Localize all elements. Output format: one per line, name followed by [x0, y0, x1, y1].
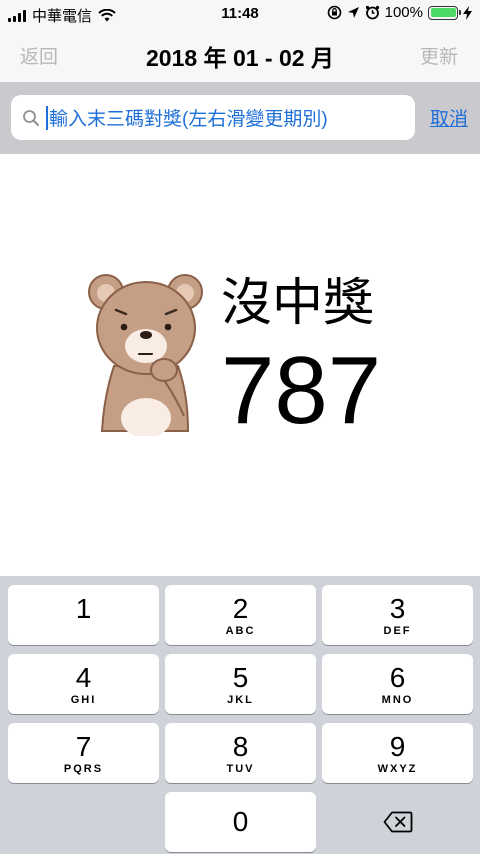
- text-cursor: [46, 105, 48, 130]
- search-placeholder: 輸入末三碼對獎(左右滑變更期別): [49, 109, 328, 130]
- key-digit: 7: [75, 731, 92, 762]
- status-right: 100%: [327, 4, 472, 21]
- key-1[interactable]: 1: [8, 585, 159, 645]
- status-bar: 中華電信 11:48 100%: [0, 0, 480, 28]
- battery-icon: [428, 5, 461, 20]
- key-5[interactable]: 5 JKL: [165, 654, 316, 714]
- key-3[interactable]: 3 DEF: [322, 585, 473, 645]
- key-digit: 3: [389, 593, 406, 624]
- result-status: 沒中獎: [221, 274, 375, 331]
- bear-illustration: [88, 274, 203, 436]
- key-letters: MNO: [381, 694, 414, 706]
- charging-icon: [463, 5, 472, 20]
- battery-percent: 100%: [384, 4, 423, 21]
- key-9[interactable]: 9 WXYZ: [322, 723, 473, 783]
- backspace-icon: [383, 811, 412, 833]
- alarm-icon: [365, 5, 379, 20]
- key-digit: 4: [75, 662, 92, 693]
- key-digit: 1: [75, 593, 92, 624]
- page-title: 2018 年 01 - 02 月: [146, 45, 334, 71]
- key-digit: 8: [232, 731, 249, 762]
- key-letters: TUV: [226, 763, 255, 775]
- key-letters: JKL: [227, 694, 254, 706]
- key-letters: PQRS: [63, 763, 104, 775]
- key-digit: 0: [232, 806, 249, 837]
- location-icon: [347, 7, 359, 18]
- key-0[interactable]: 0: [165, 792, 316, 852]
- key-letters: GHI: [70, 694, 97, 706]
- key-7[interactable]: 7 PQRS: [8, 723, 159, 783]
- cancel-button[interactable]: 取消: [430, 104, 468, 131]
- battery-level: [430, 8, 456, 17]
- result-number: 787: [221, 337, 382, 444]
- delete-key[interactable]: [322, 792, 473, 852]
- key-letters: WXYZ: [377, 763, 418, 775]
- key-letters: ABC: [225, 625, 256, 637]
- key-digit: 6: [389, 662, 406, 693]
- key-6[interactable]: 6 MNO: [322, 654, 473, 714]
- key-8[interactable]: 8 TUV: [165, 723, 316, 783]
- rotation-lock-icon: [327, 5, 341, 20]
- search-icon: [23, 109, 39, 126]
- search-input[interactable]: 輸入末三碼對獎(左右滑變更期別): [11, 95, 415, 140]
- key-digit: 9: [389, 731, 406, 762]
- update-button[interactable]: 更新: [420, 42, 458, 69]
- key-4[interactable]: 4 GHI: [8, 654, 159, 714]
- key-digit: 2: [232, 593, 249, 624]
- key-digit: 5: [232, 662, 249, 693]
- navigation-bar: 返回 2018 年 01 - 02 月 更新: [0, 28, 480, 82]
- search-bar: 輸入末三碼對獎(左右滑變更期別) 取消: [0, 82, 480, 154]
- key-2[interactable]: 2 ABC: [165, 585, 316, 645]
- number-keypad: 1 2 ABC 3 DEF 4 GHI 5 JKL 6 MNO 7 PQRS 8…: [0, 576, 480, 854]
- key-letters: DEF: [383, 625, 412, 637]
